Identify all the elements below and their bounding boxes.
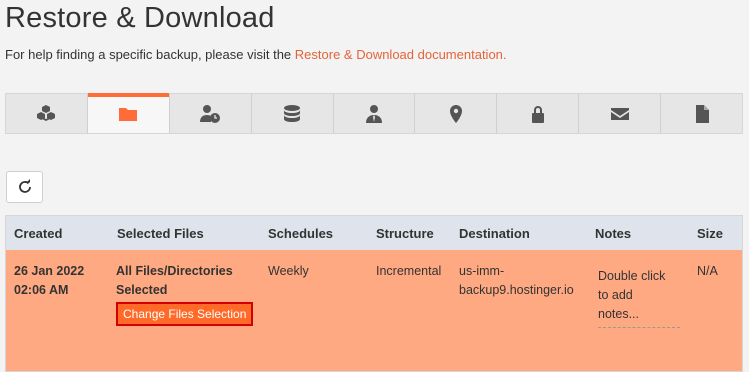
destination-cell: us-imm- backup9.hostinger.io (459, 262, 574, 300)
tab-databases[interactable] (252, 94, 334, 133)
user-clock-icon (200, 104, 221, 123)
table-row[interactable]: 26 Jan 2022 02:06 AM All Files/Directori… (6, 250, 742, 371)
notes-line3: notes... (598, 307, 639, 321)
structure-cell: Incremental (376, 264, 442, 278)
schedules-cell: Weekly (268, 264, 309, 278)
header-schedules: Schedules (268, 226, 334, 241)
destination-line2: backup9.hostinger.io (459, 283, 574, 297)
database-icon (284, 104, 301, 122)
header-selected-files: Selected Files (117, 226, 204, 241)
tab-files[interactable] (87, 93, 170, 133)
backups-table: Created Selected Files Schedules Structu… (5, 215, 743, 372)
selected-files-line2: Selected (116, 283, 168, 297)
refresh-icon (18, 179, 31, 193)
table-header: Created Selected Files Schedules Structu… (6, 216, 742, 250)
backup-type-tabs (5, 93, 743, 134)
destination-line1: us-imm- (459, 264, 505, 278)
documentation-link[interactable]: Restore & Download documentation. (295, 47, 507, 62)
user-tie-icon (366, 104, 382, 123)
header-destination: Destination (459, 226, 530, 241)
tab-ssl[interactable] (497, 94, 580, 133)
notes-field[interactable]: Double click to add notes... (598, 267, 680, 328)
help-prefix: For help finding a specific backup, plea… (5, 47, 295, 62)
selected-files-cell: All Files/Directories Selected Change Fi… (116, 262, 254, 326)
tab-full-backup[interactable] (6, 94, 88, 133)
refresh-button[interactable] (6, 171, 43, 203)
created-cell: 26 Jan 2022 02:06 AM (14, 262, 84, 300)
tab-accounts[interactable] (334, 94, 416, 133)
tab-cron-jobs[interactable] (170, 94, 252, 133)
tab-dns[interactable] (415, 94, 498, 133)
location-pin-icon (449, 104, 462, 123)
help-text: For help finding a specific backup, plea… (5, 47, 507, 62)
created-time: 02:06 AM (14, 283, 69, 297)
lock-icon (531, 105, 544, 123)
tab-email[interactable] (579, 94, 662, 133)
tab-logs[interactable] (661, 94, 742, 133)
header-size: Size (697, 226, 724, 241)
file-icon (695, 104, 709, 123)
size-cell: N/A (697, 264, 718, 278)
page-title: Restore & Download (5, 2, 275, 34)
envelope-icon (610, 107, 629, 120)
notes-line2: to add (598, 288, 633, 302)
selected-files-line1: All Files/Directories (116, 264, 233, 278)
header-notes: Notes (595, 226, 632, 241)
header-created: Created (14, 226, 63, 241)
cubes-icon (37, 104, 56, 121)
created-date: 26 Jan 2022 (14, 264, 85, 278)
change-files-selection-button[interactable]: Change Files Selection (116, 302, 254, 326)
folder-icon (119, 107, 138, 121)
header-structure: Structure (376, 226, 434, 241)
notes-line1: Double click (598, 269, 666, 283)
